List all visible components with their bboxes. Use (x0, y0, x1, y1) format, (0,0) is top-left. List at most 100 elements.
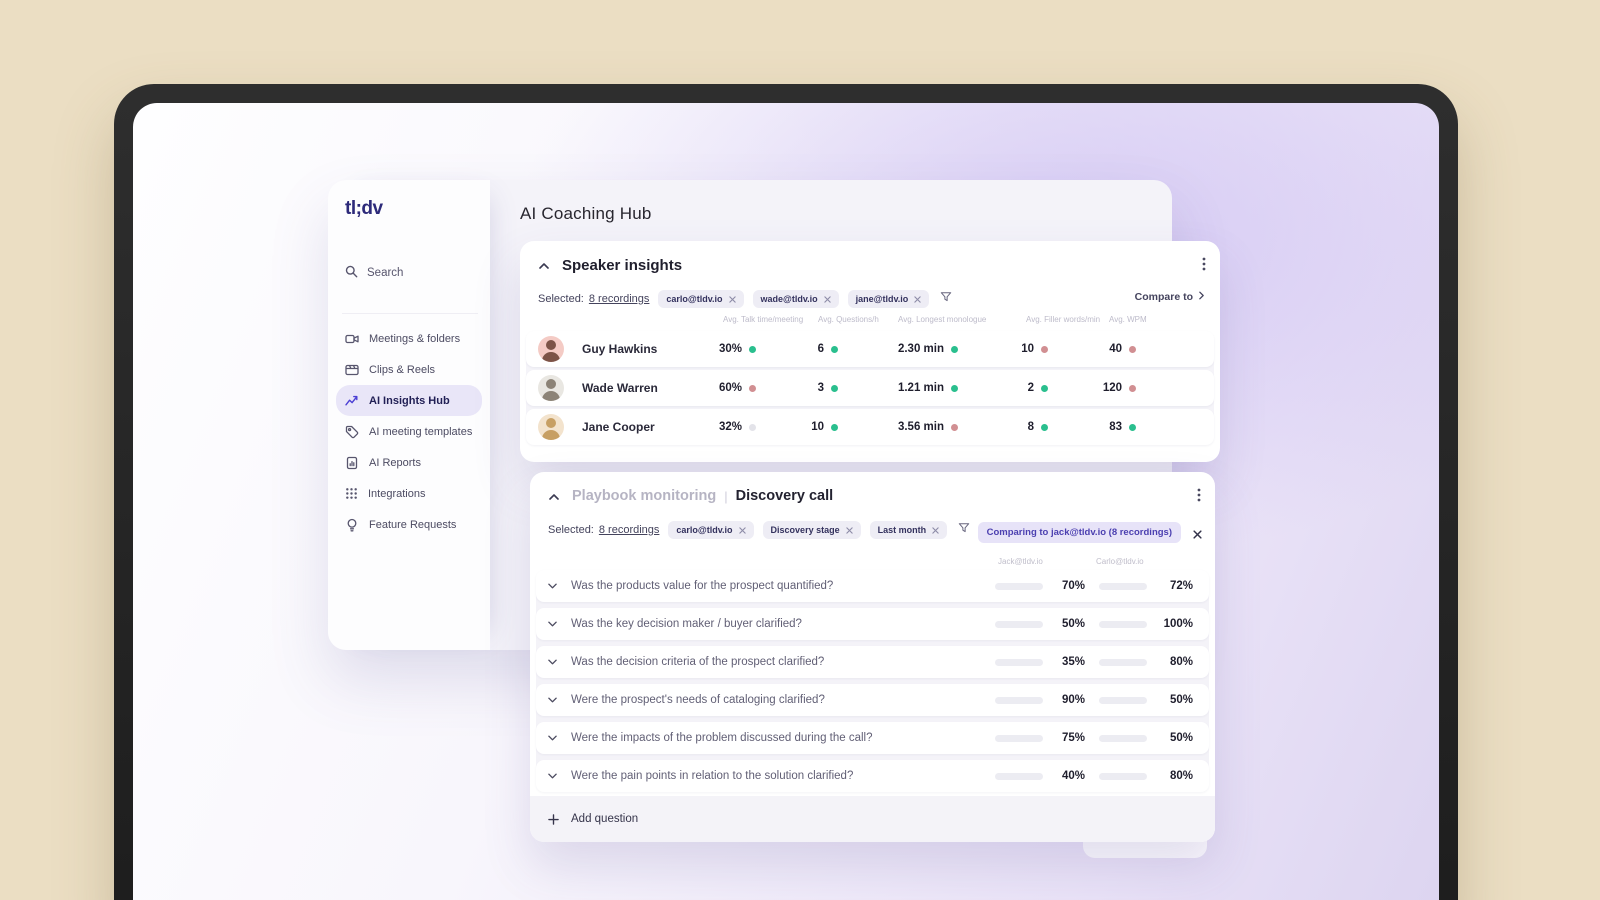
progress-value-left: 75% (1061, 732, 1085, 744)
filter-chip-carlo[interactable]: carlo@tldv.io (668, 521, 754, 539)
search-label: Search (367, 267, 404, 279)
progress-bar-right (1099, 734, 1147, 742)
filter-chip-jane[interactable]: jane@tldv.io (847, 290, 930, 308)
status-dot (749, 384, 756, 392)
progress-value-left: 50% (1061, 618, 1085, 630)
status-dot (951, 384, 958, 392)
column-header: Jack@tldv.io (998, 557, 1043, 566)
sidebar-item-feature-requests[interactable]: Feature Requests (336, 509, 482, 540)
chevron-down-icon (548, 583, 557, 589)
status-dot (1129, 345, 1136, 353)
page-title: AI Coaching Hub (520, 204, 652, 223)
progress-bar-left (995, 658, 1043, 666)
progress-value-right: 80% (1169, 770, 1193, 782)
chevron-down-icon (548, 659, 557, 665)
plus-icon (548, 813, 559, 825)
question-row[interactable]: Was the key decision maker / buyer clari… (536, 608, 1209, 640)
question-row[interactable]: Were the impacts of the problem discusse… (536, 722, 1209, 754)
question-text: Was the decision criteria of the prospec… (571, 656, 825, 668)
chevron-down-icon (548, 621, 557, 627)
close-icon (1193, 526, 1202, 544)
metric-value: 32% (718, 421, 742, 433)
close-icon[interactable] (728, 295, 736, 303)
sidebar-divider (342, 313, 478, 314)
filter-chip-discovery-stage[interactable]: Discovery stage (762, 521, 861, 539)
status-dot (1041, 345, 1048, 353)
progress-bar-right (1099, 582, 1147, 590)
playbook-filters-row: Selected: 8 recordings carlo@tldv.io Dis… (548, 519, 970, 541)
progress-value-left: 70% (1061, 580, 1085, 592)
question-row[interactable]: Were the pain points in relation to the … (536, 760, 1209, 792)
playbook-header: Playbook monitoring | Discovery call (530, 472, 1215, 520)
add-question-button[interactable]: Add question (530, 796, 1215, 842)
card-menu-button[interactable] (1202, 257, 1206, 276)
table-row: Wade Warren 60% 3 1.21 min 2 120 (526, 370, 1214, 406)
speaker-insights-card: Speaker insights Selected: 8 recordings … (520, 241, 1220, 462)
close-icon[interactable] (845, 526, 853, 534)
sidebar-item-label: Feature Requests (369, 518, 457, 531)
metric-value: 3 (817, 382, 824, 394)
metric-value: 2 (1027, 382, 1034, 394)
sidebar-item-clips-reels[interactable]: Clips & Reels (336, 354, 482, 385)
close-icon[interactable] (823, 295, 831, 303)
progress-value-right: 50% (1169, 732, 1193, 744)
question-row[interactable]: Was the decision criteria of the prospec… (536, 646, 1209, 678)
progress-value-left: 35% (1061, 656, 1085, 668)
compare-to-button[interactable]: Compare to (1135, 291, 1204, 303)
comparing-to-chip[interactable]: Comparing to jack@tldv.io (8 recordings) (977, 522, 1181, 543)
laptop-frame: tl;dv Search Meetings & folders Clips & … (114, 84, 1458, 900)
metric-value: 1.21 min (897, 382, 944, 394)
close-icon[interactable] (914, 295, 921, 303)
chevron-right-icon (1199, 291, 1204, 303)
metric-value: 10 (811, 421, 824, 433)
compare-to-label: Compare to (1134, 291, 1193, 303)
sidebar-item-label: AI meeting templates (369, 425, 473, 438)
card-menu-button[interactable] (1197, 488, 1201, 507)
selected-label: Selected: (538, 293, 584, 305)
progress-bar-left (995, 772, 1043, 780)
selected-count-link[interactable]: 8 recordings (599, 524, 660, 536)
collapse-button[interactable] (536, 257, 552, 273)
sidebar-item-integrations[interactable]: Integrations (336, 478, 482, 509)
close-comparison-button[interactable] (1193, 526, 1202, 544)
sidebar-item-ai-meeting-templates[interactable]: AI meeting templates (336, 416, 482, 447)
filter-chip-wade[interactable]: wade@tldv.io (752, 290, 839, 308)
chevron-down-icon (548, 697, 557, 703)
video-camera-icon (345, 332, 359, 346)
sidebar-item-label: Meetings & folders (369, 332, 461, 345)
sidebar-item-ai-reports[interactable]: AI Reports (336, 447, 482, 478)
filter-chip-last-month[interactable]: Last month (869, 521, 948, 539)
metric-value: 6 (817, 343, 824, 355)
sidebar-item-label: AI Reports (369, 456, 421, 469)
sidebar-search[interactable]: Search (345, 265, 403, 281)
chip-label: Last month (877, 525, 927, 535)
question-row[interactable]: Were the prospect's needs of cataloging … (536, 684, 1209, 716)
search-icon (345, 265, 358, 281)
status-dot (831, 345, 838, 353)
status-dot (1129, 423, 1136, 431)
collapse-button[interactable] (546, 488, 562, 504)
close-icon[interactable] (932, 526, 939, 534)
progress-value-left: 90% (1061, 694, 1085, 706)
close-icon[interactable] (738, 526, 746, 534)
metric-value: 2.30 min (897, 343, 944, 355)
selected-count-link[interactable]: 8 recordings (589, 293, 650, 305)
filter-chip-carlo[interactable]: carlo@tldv.io (658, 290, 744, 308)
question-row[interactable]: Was the products value for the prospect … (536, 570, 1209, 602)
progress-value-left: 40% (1061, 770, 1085, 782)
trend-line-icon (345, 394, 359, 408)
status-dot (831, 423, 838, 431)
progress-bar-left (995, 696, 1043, 704)
sidebar-item-ai-insights-hub[interactable]: AI Insights Hub (336, 385, 482, 416)
filter-button[interactable] (940, 290, 952, 308)
filter-button[interactable] (958, 521, 970, 539)
table-row: Jane Cooper 32% 10 3.56 min 8 83 (526, 409, 1214, 445)
column-header: Avg. WPM (1109, 315, 1147, 324)
card-title: Discovery call (735, 488, 834, 504)
column-header: Carlo@tldv.io (1096, 557, 1144, 566)
chevron-down-icon (548, 773, 557, 779)
sidebar-item-meetings-folders[interactable]: Meetings & folders (336, 323, 482, 354)
progress-value-right: 50% (1169, 694, 1193, 706)
metric-value: 3.56 min (897, 421, 944, 433)
status-dot (951, 423, 958, 431)
